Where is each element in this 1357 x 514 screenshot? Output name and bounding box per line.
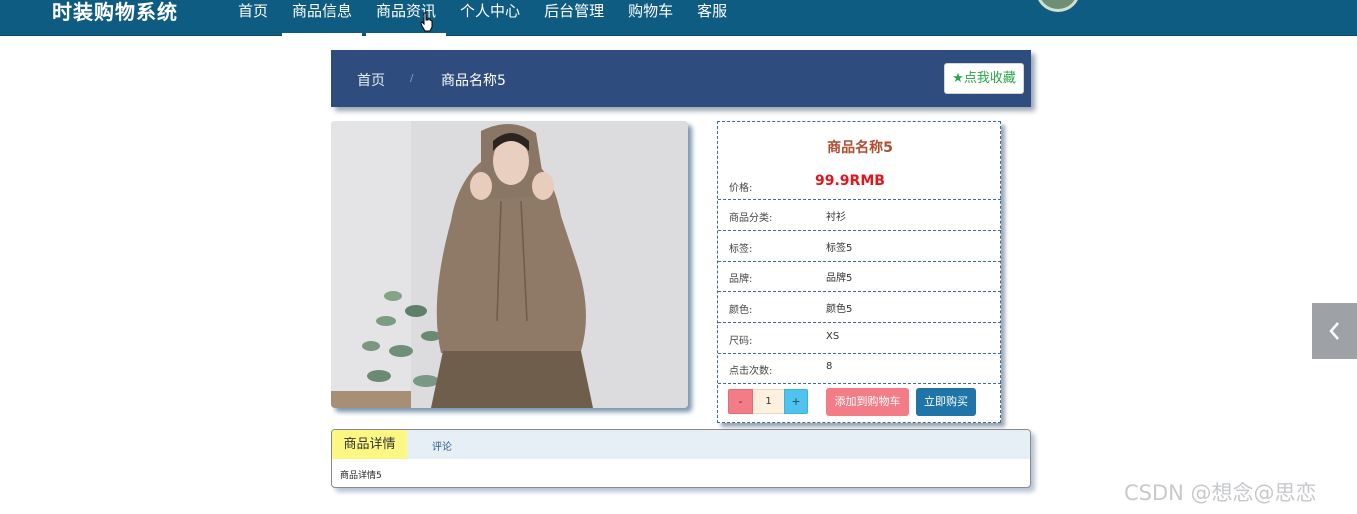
field-label: 尺码: xyxy=(729,336,753,347)
field-label: 品牌: xyxy=(729,274,753,285)
price-label: 价格: xyxy=(729,183,753,194)
nav-admin[interactable]: 后台管理 xyxy=(534,0,614,36)
breadcrumb-separator: / xyxy=(410,73,414,84)
watermark: CSDN @想念@思恋 xyxy=(1124,481,1317,505)
hand-pointer-icon xyxy=(420,12,433,32)
field-row-clicks: 点击次数: 8 xyxy=(718,353,1001,384)
user-avatar[interactable] xyxy=(1036,0,1080,12)
tab-content: 商品详情5 xyxy=(340,471,382,481)
quantity-input[interactable]: 1 xyxy=(753,389,784,414)
field-value: XS xyxy=(826,331,840,342)
product-title: 商品名称5 xyxy=(827,140,893,156)
field-value: 标签5 xyxy=(826,243,853,254)
tab-product-detail[interactable]: 商品详情 xyxy=(332,430,407,459)
main-nav: 首页 商品信息 商品资讯 个人中心 后台管理 购物车 客服 xyxy=(228,0,741,36)
field-label: 商品分类: xyxy=(729,213,773,224)
field-value: 8 xyxy=(826,361,833,372)
field-label: 颜色: xyxy=(729,305,753,316)
quantity-plus-button[interactable]: + xyxy=(784,389,808,414)
breadcrumb-bar: 首页 / 商品名称5 ★点我收藏 xyxy=(331,50,1031,107)
product-info-panel: 商品名称5 价格: 99.9RMB 商品分类: 衬衫 标签: 标签5 品牌: 品… xyxy=(717,121,1001,423)
breadcrumb-current: 商品名称5 xyxy=(441,73,506,89)
nav-service[interactable]: 客服 xyxy=(687,0,737,36)
quantity-minus-button[interactable]: - xyxy=(728,389,753,414)
detail-tabs: 商品详情 评论 商品详情5 xyxy=(331,429,1031,488)
field-label: 点击次数: xyxy=(729,366,773,377)
side-panel-toggle[interactable] xyxy=(1312,303,1357,359)
product-photo-illustration xyxy=(331,121,688,408)
price-row: 价格: 99.9RMB xyxy=(718,169,1001,200)
field-row-size: 尺码: XS xyxy=(718,323,1001,354)
nav-home[interactable]: 首页 xyxy=(228,0,278,36)
chevron-left-icon xyxy=(1329,322,1339,340)
field-value: 衬衫 xyxy=(826,212,846,223)
site-brand[interactable]: 时装购物系统 xyxy=(52,0,178,26)
price-value: 99.9RMB xyxy=(815,173,885,189)
nav-cart[interactable]: 购物车 xyxy=(618,0,683,36)
buy-now-button[interactable]: 立即购买 xyxy=(916,388,976,416)
field-row-category: 商品分类: 衬衫 xyxy=(718,200,1001,231)
add-to-cart-button[interactable]: 添加到购物车 xyxy=(826,388,909,416)
field-row-color: 颜色: 颜色5 xyxy=(718,292,1001,323)
field-value: 颜色5 xyxy=(826,304,853,315)
tabs-header: 商品详情 评论 xyxy=(332,430,1030,459)
nav-product-news[interactable]: 商品资讯 xyxy=(366,0,447,36)
field-value: 品牌5 xyxy=(826,273,853,284)
tab-comments[interactable]: 评论 xyxy=(432,438,452,453)
nav-product-info[interactable]: 商品信息 xyxy=(282,0,363,36)
product-image xyxy=(331,121,688,408)
breadcrumb-home[interactable]: 首页 xyxy=(357,70,385,90)
nav-personal-center[interactable]: 个人中心 xyxy=(450,0,530,36)
field-label: 标签: xyxy=(729,244,753,255)
top-navbar: 时装购物系统 首页 商品信息 商品资讯 个人中心 后台管理 购物车 客服 xyxy=(0,0,1357,36)
favorite-button[interactable]: ★点我收藏 xyxy=(944,63,1024,94)
field-row-brand: 品牌: 品牌5 xyxy=(718,261,1001,292)
field-row-tag: 标签: 标签5 xyxy=(718,231,1001,262)
